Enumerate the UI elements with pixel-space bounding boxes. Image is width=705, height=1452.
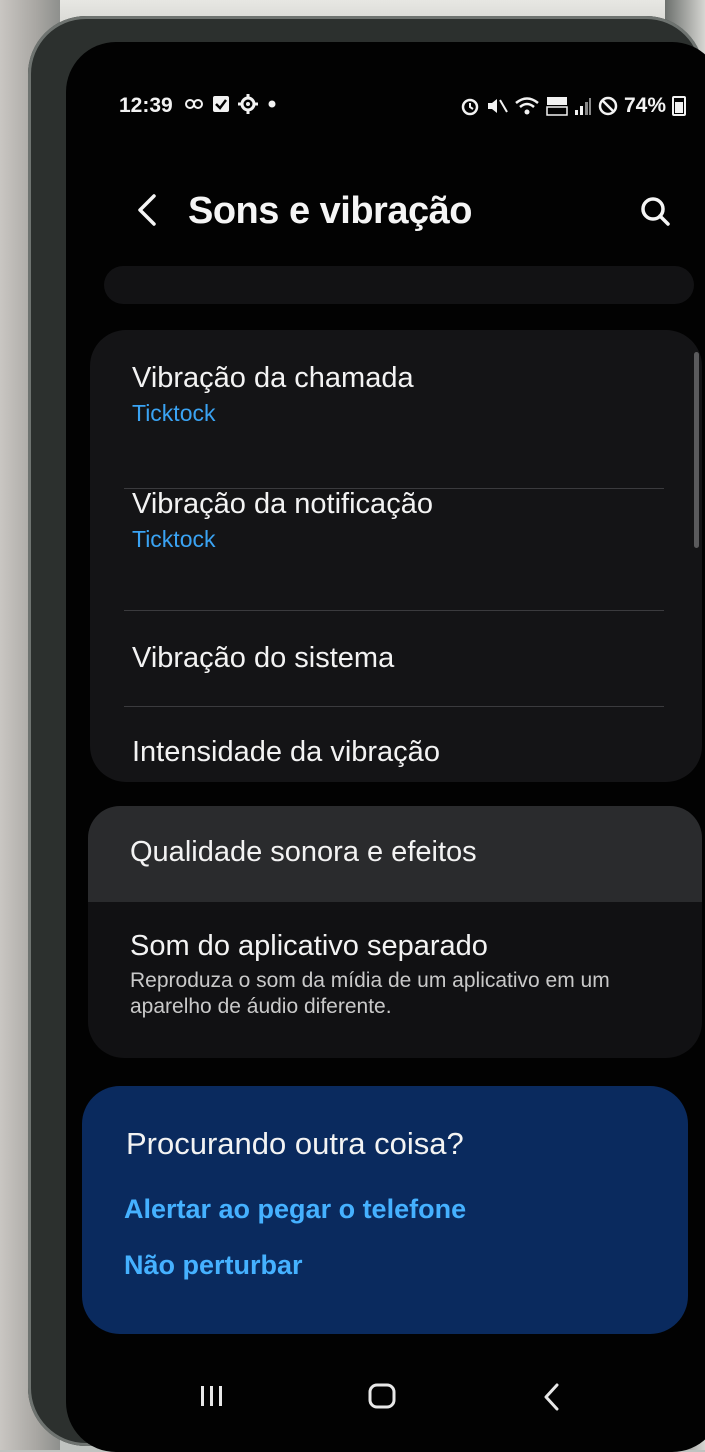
scrolled-card-edge: [104, 266, 694, 304]
home-button[interactable]: [352, 1376, 412, 1420]
app-bar: Sons e vibração: [66, 182, 705, 242]
list-item-notification-vibration[interactable]: Vibração da notificação Ticktock: [132, 486, 433, 554]
search-button[interactable]: [634, 190, 678, 234]
recents-icon: [201, 1386, 222, 1406]
item-title: Vibração da chamada: [132, 362, 414, 394]
search-icon: [641, 197, 670, 226]
battery-icon: [672, 96, 686, 116]
assistant-icon: [185, 99, 203, 109]
link-pickup-alert[interactable]: Alertar ao pegar o telefone: [124, 1194, 466, 1225]
status-time: 12:39: [119, 94, 173, 117]
list-item-separate-app-sound[interactable]: Som do aplicativo separado Reproduza o s…: [130, 928, 670, 1020]
back-icon: [544, 1383, 559, 1411]
suggestions-card: Procurando outra coisa? Alertar ao pegar…: [82, 1086, 688, 1334]
back-button[interactable]: [128, 186, 168, 234]
settings-gear-icon: [238, 94, 258, 114]
phone-screen: 12:39 74% Sons e vibração Vibração da ch…: [66, 42, 705, 1452]
block-icon: [598, 96, 618, 116]
item-title: Vibração do sistema: [132, 642, 395, 674]
vibration-settings-card: Vibração da chamada Ticktock Vibração da…: [90, 330, 702, 782]
suggestions-heading: Procurando outra coisa?: [126, 1126, 464, 1161]
checkbox-icon: [213, 96, 229, 112]
nav-back-button[interactable]: [522, 1376, 582, 1420]
item-subtitle: Ticktock: [132, 526, 216, 552]
item-title: Qualidade sonora e efeitos: [130, 836, 477, 868]
item-description: Reproduza o som da mídia de um aplicativ…: [130, 969, 610, 1018]
page-title: Sons e vibração: [188, 190, 472, 232]
item-title: Intensidade da vibração: [132, 736, 440, 768]
list-item-call-vibration[interactable]: Vibração da chamada Ticktock: [132, 360, 414, 428]
system-icons: 74%: [460, 94, 686, 118]
battery-percent: 74%: [623, 94, 666, 117]
recents-button[interactable]: [182, 1376, 242, 1420]
list-item-vibration-intensity[interactable]: Intensidade da vibração: [132, 734, 440, 770]
item-title: Vibração da notificação: [132, 488, 433, 520]
volte-lte-icon: [546, 97, 568, 116]
mute-icon: [487, 99, 508, 113]
scrollbar[interactable]: [694, 352, 699, 548]
item-subtitle: Ticktock: [132, 400, 216, 426]
phone-frame: 12:39 74% Sons e vibração Vibração da ch…: [28, 16, 705, 1452]
status-bar: 12:39 74%: [66, 42, 705, 122]
list-item-sound-quality[interactable]: Qualidade sonora e efeitos: [130, 834, 477, 870]
dot-icon: [268, 100, 276, 108]
item-title: Som do aplicativo separado: [130, 930, 488, 962]
alarm-icon: [461, 98, 479, 116]
link-do-not-disturb[interactable]: Não perturbar: [124, 1250, 303, 1281]
signal-icon: [574, 98, 591, 115]
wifi-icon: [515, 97, 539, 115]
divider: [124, 610, 664, 611]
chevron-left-icon: [138, 194, 156, 226]
navigation-bar: [66, 1362, 705, 1432]
home-icon: [368, 1383, 396, 1409]
audio-settings-card: Qualidade sonora e efeitos Som do aplica…: [88, 806, 702, 1058]
notification-icons: [184, 94, 278, 114]
divider: [124, 706, 664, 707]
list-item-system-vibration[interactable]: Vibração do sistema: [132, 640, 394, 676]
